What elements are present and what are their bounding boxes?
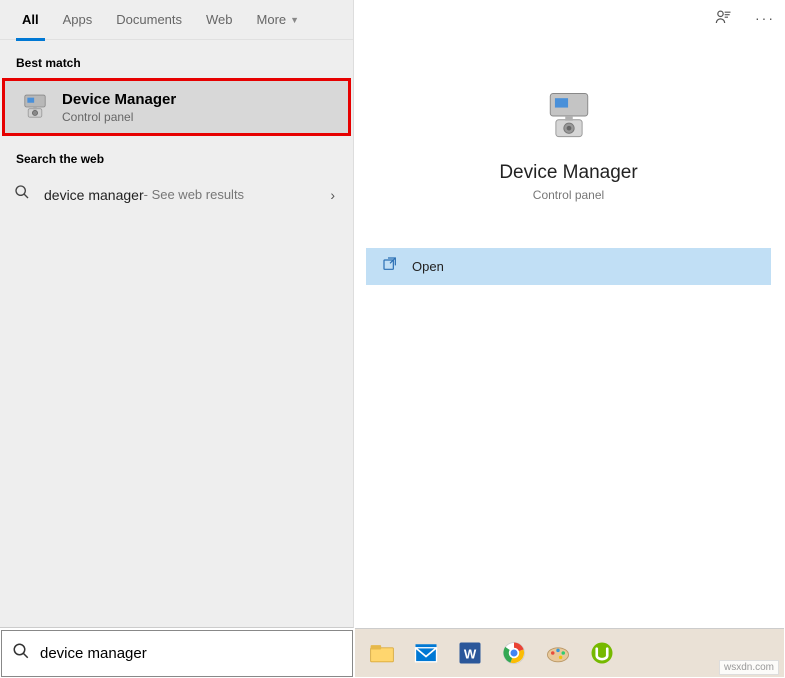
tab-bar: All Apps Documents Web More ▼ [0,0,353,40]
detail-subtitle: Control panel [366,188,771,202]
open-icon [382,256,400,277]
tab-more[interactable]: More ▼ [245,0,312,40]
watermark: wsxdn.com [719,660,779,675]
open-label: Open [412,259,444,274]
web-query-text: device manager [44,187,144,203]
web-search-result[interactable]: device manager - See web results › [0,174,353,215]
more-options-icon[interactable]: ··· [753,6,777,30]
detail-icon [366,86,771,146]
search-web-label: Search the web [0,136,353,174]
search-icon [12,642,30,665]
tab-all[interactable]: All [10,0,51,40]
feedback-icon[interactable] [711,6,735,30]
search-input[interactable] [40,645,342,662]
taskbar-paint[interactable] [539,634,577,672]
svg-text:W: W [464,646,477,661]
detail-title: Device Manager [366,162,771,184]
best-match-result[interactable]: Device Manager Control panel [4,80,349,134]
search-results-panel: All Apps Documents Web More ▼ Best match… [0,0,354,628]
best-match-text: Device Manager Control panel [62,91,176,124]
taskbar-file-explorer[interactable] [363,634,401,672]
taskbar-utorrent[interactable] [583,634,621,672]
tab-more-label: More [257,12,287,27]
device-manager-icon [18,90,52,124]
search-bar[interactable] [1,630,353,677]
chevron-down-icon: ▼ [290,15,299,25]
tab-web[interactable]: Web [194,0,245,40]
best-match-subtitle: Control panel [62,110,176,124]
detail-panel: Device Manager Control panel Open [366,62,771,587]
best-match-label: Best match [0,40,353,78]
taskbar-mail[interactable] [407,634,445,672]
web-query-suffix: - See web results [144,187,244,202]
chevron-right-icon: › [330,187,335,203]
taskbar-word[interactable]: W [451,634,489,672]
taskbar-chrome[interactable] [495,634,533,672]
tab-documents[interactable]: Documents [104,0,194,40]
open-action[interactable]: Open [366,248,771,285]
best-match-title: Device Manager [62,91,176,108]
search-icon [14,184,34,205]
tab-apps[interactable]: Apps [51,0,105,40]
